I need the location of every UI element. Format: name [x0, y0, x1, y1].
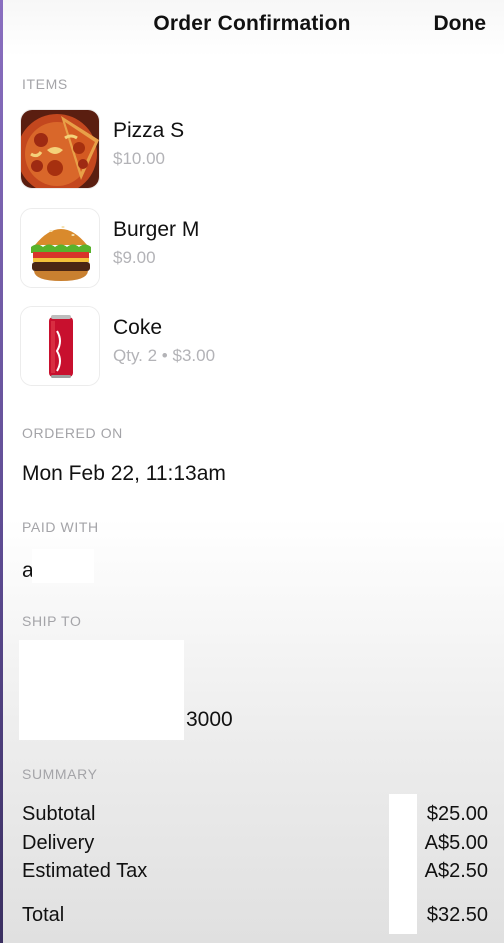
item-name: Pizza S	[113, 119, 185, 142]
done-button[interactable]: Done	[434, 12, 487, 36]
summary-label: Estimated Tax	[22, 860, 148, 882]
item-price: $10.00	[113, 149, 165, 169]
ship-to-header: SHIP TO	[22, 613, 82, 629]
item-price: Qty. 2 • $3.00	[113, 346, 215, 366]
item-price-value: $10.00	[113, 149, 165, 168]
window-edge	[0, 0, 3, 943]
redacted-currency	[389, 794, 417, 934]
item-price-value: $9.00	[113, 248, 156, 267]
order-date: Mon Feb 22, 11:13am	[22, 462, 226, 485]
navigation-bar: Order Confirmation Done	[0, 0, 504, 48]
summary-label: Subtotal	[22, 803, 96, 825]
summary-amount: A$5.00	[424, 832, 488, 854]
summary-header: SUMMARY	[22, 766, 98, 782]
items-section-header: ITEMS	[22, 76, 68, 92]
summary-amount: A$2.50	[424, 860, 488, 882]
summary-amount: $32.50	[426, 904, 488, 926]
summary-row-subtotal: Subtotal $25.00	[22, 803, 488, 831]
coke-can-image	[20, 306, 100, 386]
page-title: Order Confirmation	[153, 12, 351, 35]
item-qty: Qty. 2 •	[113, 346, 173, 365]
summary-label: Total	[22, 904, 65, 926]
list-item[interactable]: Pizza S $10.00	[20, 109, 480, 189]
ordered-on-header: ORDERED ON	[22, 425, 123, 441]
summary-row-tax: Estimated Tax A$2.50	[22, 860, 488, 888]
item-name: Coke	[113, 316, 163, 339]
paid-with-header: PAID WITH	[22, 519, 99, 535]
burger-image	[20, 208, 100, 288]
summary-row-total: Total $32.50	[22, 904, 488, 932]
item-price-value: $3.00	[172, 346, 216, 365]
item-price: $9.00	[113, 248, 156, 268]
summary-row-delivery: Delivery A$5.00	[22, 832, 488, 860]
list-item[interactable]: Coke Qty. 2 • $3.00	[20, 306, 480, 386]
item-name: Burger M	[113, 218, 200, 241]
redacted-address	[19, 640, 184, 740]
pizza-image	[20, 109, 100, 189]
summary-amount: $25.00	[426, 803, 488, 825]
list-item[interactable]: Burger M $9.00	[20, 208, 480, 288]
ship-to-postcode: 3000	[186, 708, 233, 731]
redacted-payment	[32, 549, 94, 583]
summary-label: Delivery	[22, 832, 95, 854]
